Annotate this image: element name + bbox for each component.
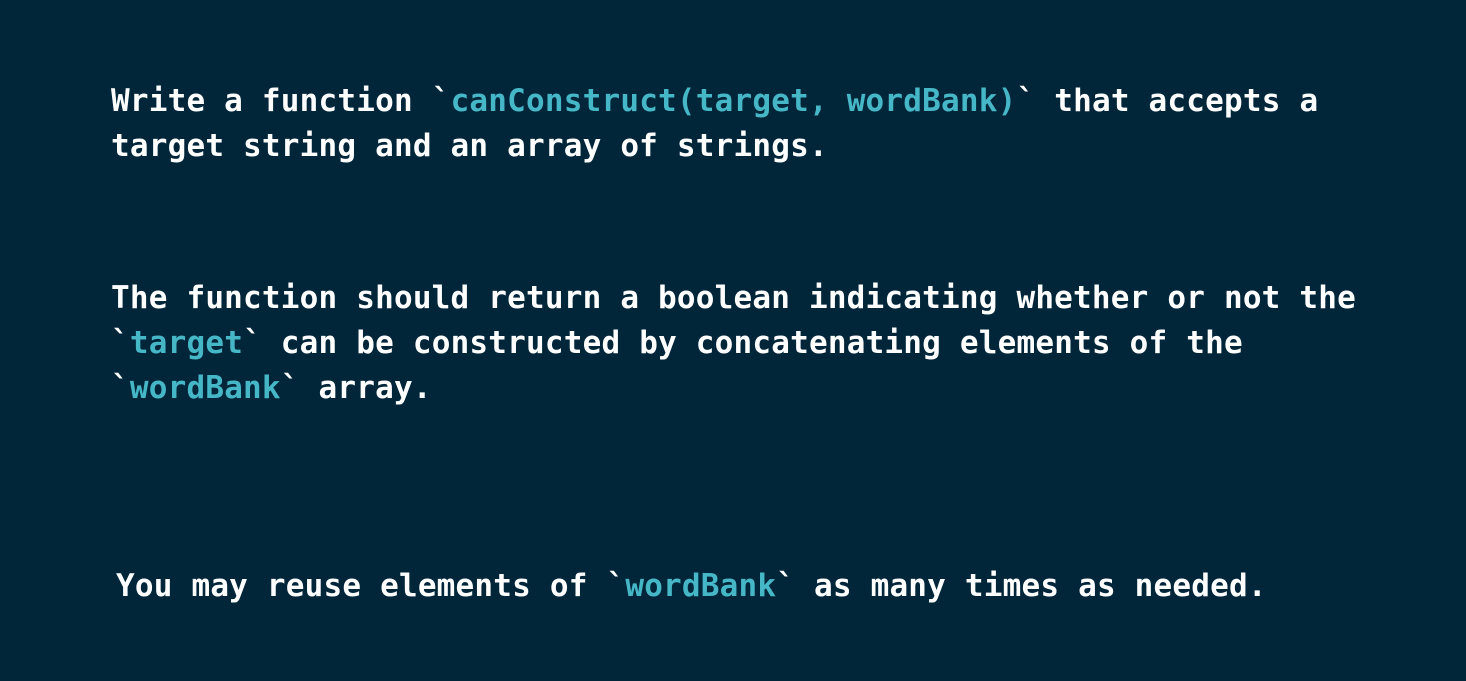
code-target: target xyxy=(129,325,244,361)
line: target string and an array of strings. xyxy=(111,128,828,164)
text: You may reuse elements of xyxy=(116,568,607,604)
code-wordbank: wordBank xyxy=(129,370,281,406)
backtick: ` xyxy=(280,370,300,406)
line: You may reuse elements of `wordBank` as … xyxy=(116,564,1267,609)
text: Write a function xyxy=(111,83,432,119)
backtick: ` xyxy=(776,568,796,604)
backtick: ` xyxy=(606,568,626,604)
line: `target` can be constructed by concatena… xyxy=(111,321,1356,366)
text: as many times as needed. xyxy=(795,568,1267,604)
paragraph-return-description: The function should return a boolean ind… xyxy=(111,276,1356,411)
line: Write a function `canConstruct(target, w… xyxy=(111,79,1318,124)
text: that accepts a xyxy=(1035,83,1319,119)
backtick: ` xyxy=(111,370,130,406)
backtick: ` xyxy=(243,325,262,361)
code-wordbank: wordBank xyxy=(625,568,777,604)
backtick: ` xyxy=(1016,83,1036,119)
paragraph-function-description: Write a function `canConstruct(target, w… xyxy=(111,79,1318,169)
paragraph-reuse-note: You may reuse elements of `wordBank` as … xyxy=(116,564,1267,609)
line: `wordBank` array. xyxy=(111,366,1356,411)
backtick: ` xyxy=(431,83,451,119)
backtick: ` xyxy=(111,325,130,361)
code-function-signature: canConstruct(target, wordBank) xyxy=(450,83,1017,119)
text: array. xyxy=(299,370,432,406)
line: The function should return a boolean ind… xyxy=(111,280,1356,316)
text: can be constructed by concatenating elem… xyxy=(261,325,1243,361)
